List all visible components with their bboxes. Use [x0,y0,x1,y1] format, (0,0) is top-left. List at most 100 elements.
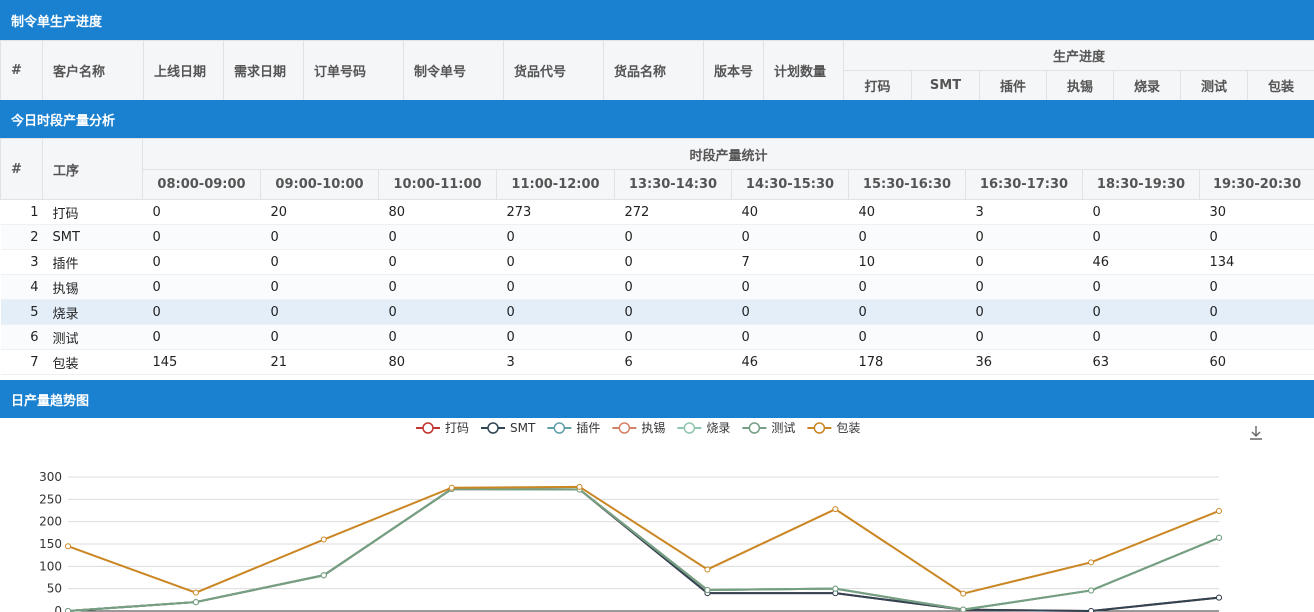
row-slot-value: 0 [496,274,615,300]
row-slot-value: 7 [731,249,849,275]
row-process: 打码 [42,199,143,225]
row-process: 插件 [42,249,143,275]
row-slot-value: 36 [965,349,1083,375]
table-row[interactable]: 6 测试 0 0 0 0 0 0 0 0 0 0 [0,324,1314,350]
table-row[interactable]: 4 执锡 0 0 0 0 0 0 0 0 0 0 [0,274,1314,300]
col-progress-soldering: 执锡 [1046,70,1114,101]
legend-swatch-marker [422,422,434,434]
trend-line-chart: 0 50 100 150 200 250 300 打码 SMT 插件 执锡 烧录 测试 包装 [39,420,1262,612]
row-slot-value: 0 [142,224,261,250]
row-slot-value: 0 [142,324,261,350]
col-order-number: 订单号码 [303,40,404,101]
row-slot-value: 0 [260,324,379,350]
row-process: 测试 [42,324,143,350]
order-progress-table: # 客户名称 上线日期 需求日期 订单号码 制令单号 货品代号 货品名称 版本号… [0,40,1314,101]
row-slot-value: 0 [614,274,732,300]
col-version: 版本号 [703,40,764,101]
data-point [1088,587,1095,594]
col-progress-smt: SMT [911,70,980,101]
row-slot-value: 0 [848,274,966,300]
col-progress-testing: 测试 [1180,70,1248,101]
y-tick-label: 300 [39,470,62,484]
col-slot: 08:00-09:00 [142,169,261,200]
legend-swatch-marker [553,422,566,434]
trend-chart-panel: 0 50 100 150 200 250 300 打码 SMT 插件 执锡 烧录 测试 包装 [0,418,1314,612]
col-progress-coding: 打码 [843,70,912,101]
row-slot-value: 0 [965,224,1083,250]
row-slot-value: 0 [848,224,966,250]
col-slot-group: 时段产量统计 [141,138,1314,170]
data-point [704,566,711,573]
row-slot-value: 0 [731,274,849,300]
row-slot-value: 40 [848,199,966,225]
data-point [960,606,967,612]
data-point [320,572,327,579]
legend-entry: 烧录 [706,421,730,435]
data-point [65,543,71,550]
col-plan-quantity: 计划数量 [763,40,844,101]
table-row[interactable]: 1 打码 0 20 80 273 272 40 40 3 0 30 [0,199,1314,225]
row-index: 6 [0,324,43,350]
orders-section-title: 制令单生产进度 [0,0,1314,40]
row-slot-value: 0 [260,249,379,275]
col-slot: 11:00-12:00 [496,169,615,200]
col-item-name: 货品名称 [603,40,704,101]
trend-section-title: 日产量趋势图 [0,380,1314,418]
row-index: 5 [0,299,43,325]
row-slot-value: 40 [731,199,849,225]
hourly-title-text: 今日时段产量分析 [11,113,116,129]
row-index: 4 [0,274,43,300]
col-slot: 16:30-17:30 [965,169,1083,200]
row-slot-value: 10 [848,249,966,275]
col-slot: 19:30-20:30 [1198,169,1314,200]
row-slot-value: 0 [496,249,615,275]
col-online-date: 上线日期 [143,40,224,101]
row-process: SMT [42,224,143,250]
data-point [1088,559,1095,566]
row-slot-value: 80 [378,199,497,225]
col-slot: 18:30-19:30 [1082,169,1200,200]
table-row[interactable]: 5 烧录 0 0 0 0 0 0 0 0 0 0 [0,299,1314,325]
row-slot-value: 0 [1199,299,1314,325]
row-slot-value: 80 [378,349,497,375]
row-slot-value: 0 [1082,224,1200,250]
col-index: # [0,138,43,200]
row-slot-value: 0 [965,299,1083,325]
col-slot: 15:30-16:30 [848,169,966,200]
row-slot-value: 0 [731,324,849,350]
y-tick-label: 150 [39,537,62,551]
row-slot-value: 0 [260,299,379,325]
row-slot-value: 134 [1199,249,1314,275]
row-slot-value: 0 [260,274,379,300]
row-process: 包装 [42,349,143,375]
row-slot-value: 0 [378,249,497,275]
row-slot-value: 3 [965,199,1083,225]
row-slot-value: 0 [378,274,497,300]
y-tick-label: 200 [39,515,62,529]
row-slot-value: 145 [142,349,261,375]
row-slot-value: 0 [378,324,497,350]
data-point [192,599,199,606]
row-index: 2 [0,224,43,250]
row-slot-value: 0 [260,224,379,250]
table-row[interactable]: 2 SMT 0 0 0 0 0 0 0 0 0 0 [0,224,1314,250]
row-slot-value: 0 [965,249,1083,275]
col-progress-burning: 烧录 [1113,70,1181,101]
y-tick-label: 100 [39,559,62,573]
data-point [832,585,839,592]
row-slot-value: 0 [614,249,732,275]
row-index: 7 [0,349,43,375]
row-slot-value: 0 [965,274,1083,300]
col-slot: 14:30-15:30 [731,169,849,200]
table-row[interactable]: 3 插件 0 0 0 0 0 7 10 0 46 134 [0,249,1314,275]
row-slot-value: 0 [848,324,966,350]
row-slot-value: 60 [1199,349,1314,375]
data-point [1216,507,1222,514]
table-row[interactable]: 7 包装 145 21 80 3 6 46 178 36 63 60 [0,349,1314,375]
col-index: # [0,40,43,101]
data-point [320,536,327,543]
download-icon[interactable] [1250,426,1262,440]
row-process: 烧录 [42,299,143,325]
legend-entry: 插件 [576,421,600,435]
row-slot-value: 3 [496,349,615,375]
